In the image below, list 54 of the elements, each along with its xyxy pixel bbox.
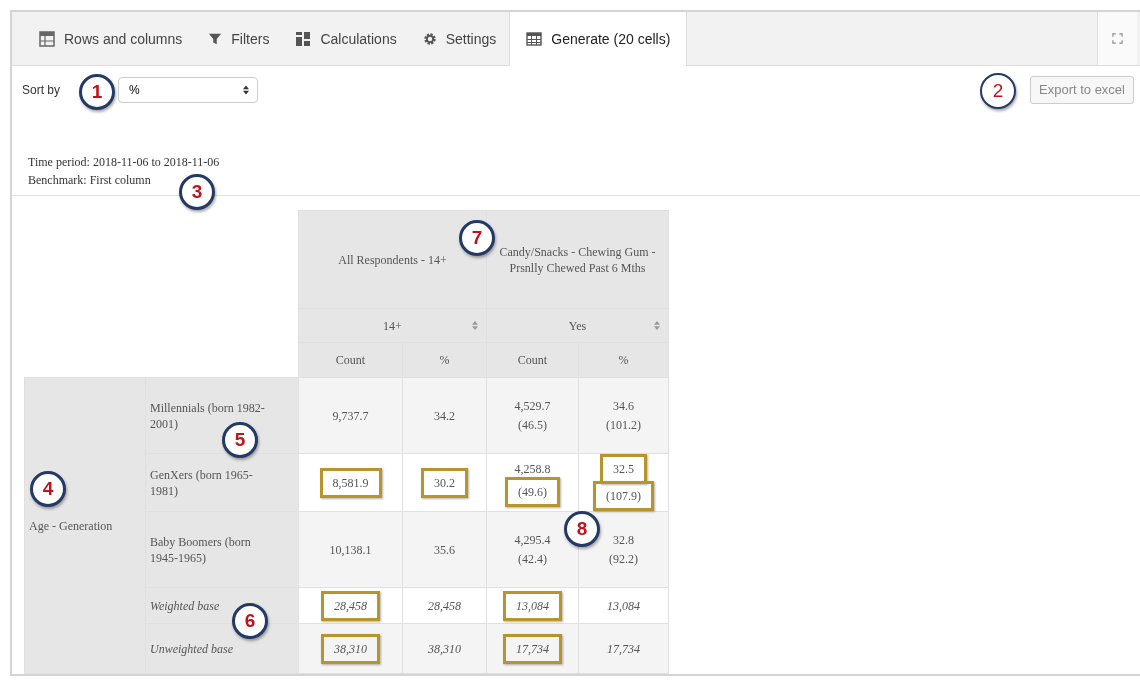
highlighted-value: 17,734 [503,633,562,664]
column-header: Candy/Snacks - Chewing Gum - Prsnlly Chewed Past 6 Mths [486,210,669,309]
table-cell-text: 4,529.7 [513,398,552,415]
table-cell-text: 10,138.1 [328,541,373,559]
table-cell-text: 34.2 [433,407,456,425]
highlighted-value: 38,310 [321,633,380,664]
table-cell-text: 9,737.7 [331,407,370,425]
tab[interactable]: Generate (20 cells) [509,12,688,66]
fullscreen-button[interactable] [1097,12,1137,65]
column-subheader[interactable]: Yes [486,308,669,343]
grid-icon [39,30,55,47]
measure-header: Count [298,342,403,378]
tab[interactable]: Filters [195,12,283,65]
info-text: Benchmark: First column [28,172,152,189]
table-cell-text: 17,734 [606,640,641,658]
table-cell-text: 4,258.8 [513,461,552,478]
highlighted-value: 30.2 [421,467,468,498]
tab[interactable]: Settings [409,12,510,65]
tab[interactable]: Calculations [282,12,410,65]
table-cell-text: 38,310 [427,640,462,658]
table-cell-text: 13,084 [606,597,641,615]
highlighted-value: 8,581.9 [319,467,382,498]
highlighted-value: (49.6) [505,477,560,507]
table-cell-text: 34.6 [612,398,635,415]
table-cell-text: 35.6 [433,541,456,559]
info-text: Time period: 2018-11-06 to 2018-11-06 [28,154,221,171]
measure-header: % [402,342,487,378]
table-icon [526,31,543,47]
table-cell-text: (42.4) [517,551,548,568]
fullscreen-icon [1112,33,1123,44]
table-cell-text: (92.2) [608,551,639,568]
sort-dropdown[interactable]: % [118,76,258,103]
measure-header: Count [486,342,579,378]
tab[interactable]: Rows and columns [26,12,196,65]
sort-label: Sort by [22,82,60,97]
column-subheader[interactable]: 14+ [298,308,487,343]
filter-icon [208,31,223,46]
table-cell-text: 28,458 [427,597,462,615]
table-cell-text: 4,295.4 [513,532,552,549]
row-label: Baby Boomers (born 1945-1965) [145,511,299,588]
table-cell-text: (101.2) [605,417,642,434]
sort-icon [654,321,660,330]
measure-header: % [578,342,669,378]
highlighted-value: 28,458 [321,590,380,621]
sort-icon [472,321,478,330]
settings-icon [422,31,437,46]
highlighted-value: (107.9) [593,481,654,511]
highlighted-value: 32.5 [600,454,647,484]
sort-arrows-icon [243,84,249,95]
columns-icon [295,30,312,47]
table-cell-text: (46.5) [517,417,548,434]
row-label: GenXers (born 1965-1981) [145,453,299,512]
table-cell-text: 32.8 [612,532,635,549]
highlighted-value: 13,084 [503,590,562,621]
